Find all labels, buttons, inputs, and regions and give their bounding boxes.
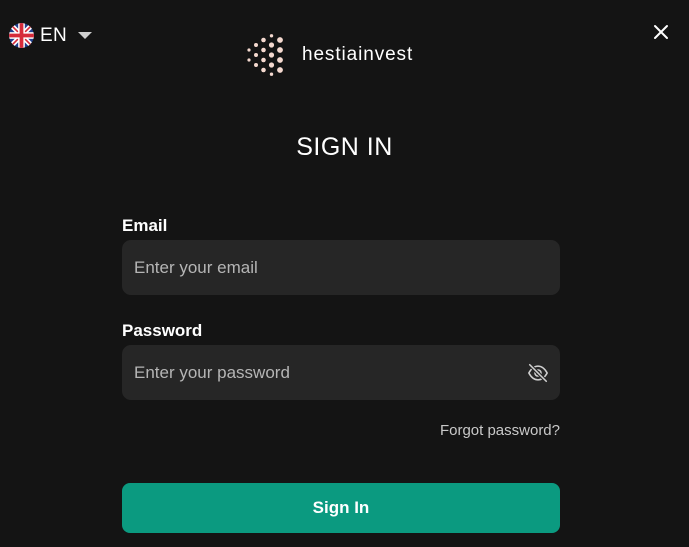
email-field-container <box>122 240 560 295</box>
language-code: EN <box>40 24 67 46</box>
sign-in-button[interactable]: Sign In <box>122 483 560 533</box>
eye-off-icon[interactable] <box>527 362 549 384</box>
page-title: SIGN IN <box>296 133 393 161</box>
brand-name: hestiainvest <box>302 44 414 65</box>
password-label: Password <box>122 321 203 340</box>
uk-flag-icon <box>9 23 34 48</box>
email-label: Email <box>122 216 168 235</box>
email-field[interactable] <box>122 240 560 295</box>
brand-logo: hestiainvest <box>246 34 413 76</box>
language-selector[interactable]: EN <box>9 23 92 48</box>
sign-in-modal: EN hestiainvest SIGN IN Email Enter your… <box>0 0 689 547</box>
forgot-password-link[interactable]: Forgot password? <box>440 422 560 439</box>
password-field-container <box>122 345 560 400</box>
honeycomb-dots-logo-icon <box>247 34 283 76</box>
chevron-down-icon <box>78 32 92 39</box>
close-icon[interactable] <box>653 24 669 40</box>
password-field[interactable] <box>122 345 560 400</box>
